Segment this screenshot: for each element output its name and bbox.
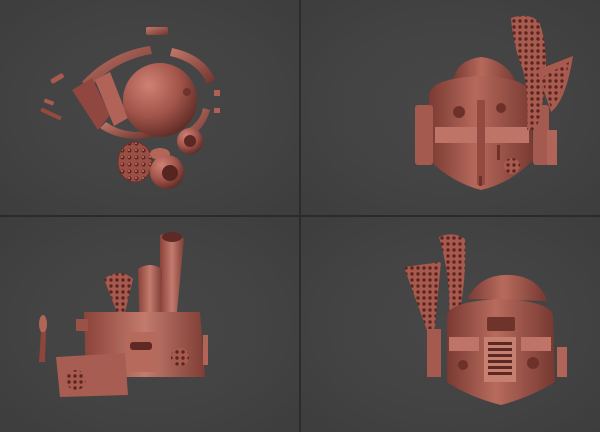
viewport-top-left[interactable] — [0, 0, 299, 215]
viewport-bottom-left[interactable] — [0, 217, 299, 432]
lower-plate — [56, 353, 128, 397]
viewport-grid — [0, 0, 600, 432]
model-helmet-side — [39, 232, 208, 397]
dome-cap — [467, 274, 547, 301]
model-helmet-back — [415, 15, 573, 190]
dome-sphere — [123, 63, 197, 137]
cap-piece — [146, 27, 168, 35]
viewport-bottom-right[interactable] — [301, 217, 600, 432]
model-exploded-parts — [40, 27, 220, 189]
tube-tall — [160, 233, 184, 325]
model-helmet-front — [404, 234, 567, 405]
viewport-top-right[interactable] — [301, 0, 600, 215]
side-panel-left — [415, 105, 433, 165]
